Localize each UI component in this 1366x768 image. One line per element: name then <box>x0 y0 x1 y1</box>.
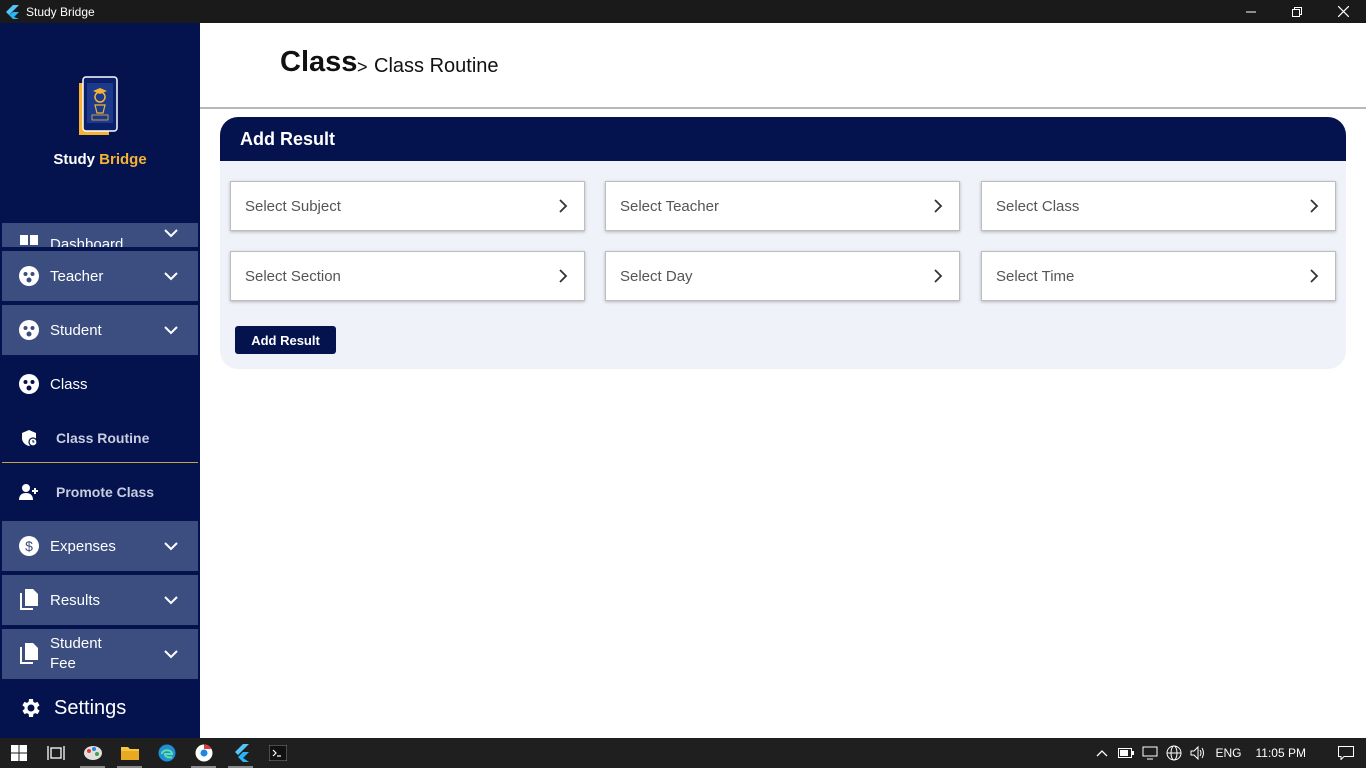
title-bar: Study Bridge <box>0 0 1366 23</box>
system-tray: ENG 11:05 PM <box>1090 738 1366 768</box>
svg-text:$: $ <box>25 538 33 554</box>
sidebar-item-label: Teacher <box>50 267 104 285</box>
class-icon <box>18 373 40 395</box>
chevron-right-icon <box>934 199 943 213</box>
window-title: Study Bridge <box>26 4 95 19</box>
sidebar-item-dashboard[interactable]: Dashboard <box>2 223 198 247</box>
network-icon[interactable] <box>1138 738 1162 768</box>
sidebar-item-label: Class <box>50 375 88 393</box>
logo: Study Bridge <box>0 23 200 223</box>
terminal-icon[interactable] <box>259 738 296 768</box>
select-section-field[interactable]: Select Section <box>230 251 585 301</box>
select-class-field[interactable]: Select Class <box>981 181 1336 231</box>
field-label: Select Time <box>996 267 1075 285</box>
language-indicator[interactable]: ENG <box>1216 746 1242 760</box>
field-label: Select Teacher <box>620 197 719 215</box>
select-time-field[interactable]: Select Time <box>981 251 1336 301</box>
sidebar-item-expenses[interactable]: $ Expenses <box>2 521 198 571</box>
page-subtitle: Class Routine <box>374 55 499 77</box>
flutter-app-icon <box>4 4 20 20</box>
chevron-right-icon <box>559 199 568 213</box>
sidebar-item-label: Dashboard <box>50 236 124 247</box>
document-copy-icon <box>18 589 40 611</box>
chevron-right-icon <box>559 269 568 283</box>
add-person-icon <box>18 481 40 503</box>
sidebar-nav: Dashboard Teacher Student Class Class Ro… <box>2 223 198 683</box>
clock[interactable]: 11:05 PM <box>1256 746 1306 760</box>
file-explorer-icon[interactable] <box>111 738 148 768</box>
sidebar-item-label: Expenses <box>50 537 116 555</box>
sidebar-item-label: Promote Class <box>56 484 155 500</box>
chrome-browser-icon[interactable] <box>185 738 222 768</box>
battery-icon[interactable] <box>1114 738 1138 768</box>
task-view-icon[interactable] <box>37 738 74 768</box>
field-label: Select Subject <box>245 197 341 215</box>
volume-icon[interactable] <box>1186 738 1210 768</box>
sidebar-item-student-fee[interactable]: Student Fee <box>2 629 198 679</box>
sidebar: Study Bridge Dashboard Teacher Student C… <box>0 23 200 738</box>
sidebar-item-class-routine[interactable]: Class Routine <box>2 413 198 463</box>
page-header: Class > Class Routine <box>200 23 1366 109</box>
dashboard-icon <box>18 225 40 247</box>
student-icon <box>18 319 40 341</box>
sidebar-item-results[interactable]: Results <box>2 575 198 625</box>
restore-button[interactable] <box>1274 0 1320 23</box>
globe-icon[interactable] <box>1162 738 1186 768</box>
teacher-icon <box>18 265 40 287</box>
chevron-down-icon <box>164 229 178 238</box>
chevron-down-icon <box>164 326 178 335</box>
windows-start-icon[interactable] <box>0 738 37 768</box>
chevron-down-icon <box>164 650 178 659</box>
sidebar-item-teacher[interactable]: Teacher <box>2 251 198 301</box>
chevron-up-icon[interactable] <box>1090 738 1114 768</box>
notification-icon[interactable] <box>1326 738 1366 768</box>
document-copy-icon <box>18 643 40 665</box>
main-content: Class > Class Routine Add Result Select … <box>200 23 1366 738</box>
gear-icon <box>22 699 40 717</box>
field-label: Select Day <box>620 267 693 285</box>
paint-app-icon[interactable] <box>74 738 111 768</box>
study-bridge-logo-icon <box>79 76 118 135</box>
sidebar-item-label: Student <box>50 321 102 339</box>
select-subject-field[interactable]: Select Subject <box>230 181 585 231</box>
chevron-down-icon <box>164 542 178 551</box>
field-label: Select Section <box>245 267 341 285</box>
field-label: Select Class <box>996 197 1080 215</box>
add-result-card: Add Result Select Subject Select Teacher… <box>220 117 1346 369</box>
sidebar-item-label: Results <box>50 591 101 609</box>
minimize-button[interactable] <box>1228 0 1274 23</box>
page-title: Class <box>280 46 358 78</box>
taskbar: ENG 11:05 PM <box>0 738 1366 768</box>
flutter-app-taskbar-icon[interactable] <box>222 738 259 768</box>
sidebar-item-class[interactable]: Class <box>2 359 198 409</box>
chevron-right-icon <box>1310 269 1319 283</box>
sidebar-item-label: Class Routine <box>56 429 150 446</box>
chevron-down-icon <box>164 272 178 281</box>
sidebar-item-settings[interactable]: Settings <box>0 683 200 733</box>
add-result-button[interactable]: Add Result <box>235 326 336 354</box>
select-day-field[interactable]: Select Day <box>605 251 960 301</box>
chevron-down-icon <box>164 596 178 605</box>
select-teacher-field[interactable]: Select Teacher <box>605 181 960 231</box>
card-heading: Add Result <box>220 117 1346 161</box>
dollar-icon: $ <box>18 535 40 557</box>
settings-label: Settings <box>54 696 127 719</box>
brand-name: Study Bridge <box>53 151 147 168</box>
chevron-right-icon <box>934 269 943 283</box>
breadcrumb-separator: > <box>357 57 368 77</box>
chevron-right-icon <box>1310 199 1319 213</box>
sidebar-item-label: Student Fee <box>50 635 102 672</box>
sidebar-item-promote-class[interactable]: Promote Class <box>2 467 198 517</box>
routine-icon <box>18 427 40 449</box>
close-button[interactable] <box>1320 0 1366 23</box>
edge-browser-icon[interactable] <box>148 738 185 768</box>
sidebar-item-student[interactable]: Student <box>2 305 198 355</box>
